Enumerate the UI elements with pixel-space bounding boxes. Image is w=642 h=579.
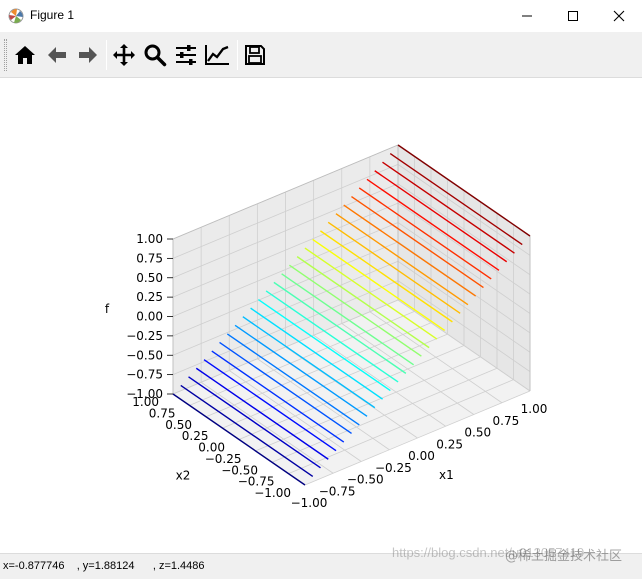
pan-button[interactable] <box>110 41 138 69</box>
3d-axes[interactable]: −1.00−0.75−0.50−0.250.000.250.500.751.00… <box>0 79 642 553</box>
home-button[interactable] <box>11 41 39 69</box>
matplotlib-logo-icon <box>8 8 24 24</box>
z-tick-label: 1.00 <box>136 232 163 246</box>
zoom-button[interactable] <box>141 41 169 69</box>
figure-canvas[interactable]: −1.00 −0.75 −0.50 −0.25 0.00 0.25 0.50 0.75 1.00… <box>0 79 642 553</box>
arrow-right-icon <box>79 47 97 63</box>
x1-tick-label: 0.75 <box>493 414 520 428</box>
z-tick-label: −0.25 <box>126 329 163 343</box>
maximize-icon <box>568 11 578 21</box>
navigation-toolbar <box>0 32 642 78</box>
toolbar-separator <box>106 40 107 70</box>
subplots-button[interactable] <box>172 41 200 69</box>
title-bar: Figure 1 <box>0 0 642 32</box>
z-tick-label: 0.25 <box>136 290 163 304</box>
sliders-icon <box>176 45 196 65</box>
line-chart-icon <box>205 45 229 65</box>
x1-tick-label: 0.25 <box>436 437 463 451</box>
cursor-coordinates: x=-0.877746 , y=1.88124 , z=1.4486 <box>3 560 205 572</box>
x2-axis-label: x2 <box>176 469 191 483</box>
watermark-community: @稀土掘金技术社区 <box>505 549 623 564</box>
window-title: Figure 1 <box>30 8 75 22</box>
home-icon <box>15 46 35 64</box>
z-tick-label: 0.00 <box>136 310 163 324</box>
close-button[interactable] <box>596 0 642 32</box>
save-button[interactable] <box>241 41 269 69</box>
x1-tick-label: 0.50 <box>464 426 491 440</box>
minimize-icon <box>522 15 532 17</box>
z-tick-label: −0.75 <box>126 368 163 382</box>
z-tick-label: −0.50 <box>126 348 163 362</box>
z-tick-label: 0.75 <box>136 251 163 265</box>
z-tick-label: 0.50 <box>136 271 163 285</box>
toolbar-grip <box>4 39 7 71</box>
back-button[interactable] <box>43 41 71 69</box>
close-icon <box>613 10 625 22</box>
minimize-button[interactable] <box>504 0 550 32</box>
edit-axis-button[interactable] <box>203 41 231 69</box>
x2-tick-label: 1.00 <box>132 395 159 409</box>
move-icon <box>113 44 135 66</box>
maximize-button[interactable] <box>550 0 596 32</box>
floppy-disk-icon <box>245 45 265 65</box>
toolbar-separator <box>237 40 238 70</box>
magnifier-icon <box>144 44 167 67</box>
x1-tick-label: 1.00 <box>521 402 548 416</box>
arrow-left-icon <box>48 47 66 63</box>
x1-tick-label: 0.00 <box>408 449 435 463</box>
x1-tick-label: −0.25 <box>375 461 412 475</box>
x1-axis-label: x1 <box>439 468 454 482</box>
z-axis-label: f <box>105 302 110 316</box>
forward-button[interactable] <box>74 41 102 69</box>
